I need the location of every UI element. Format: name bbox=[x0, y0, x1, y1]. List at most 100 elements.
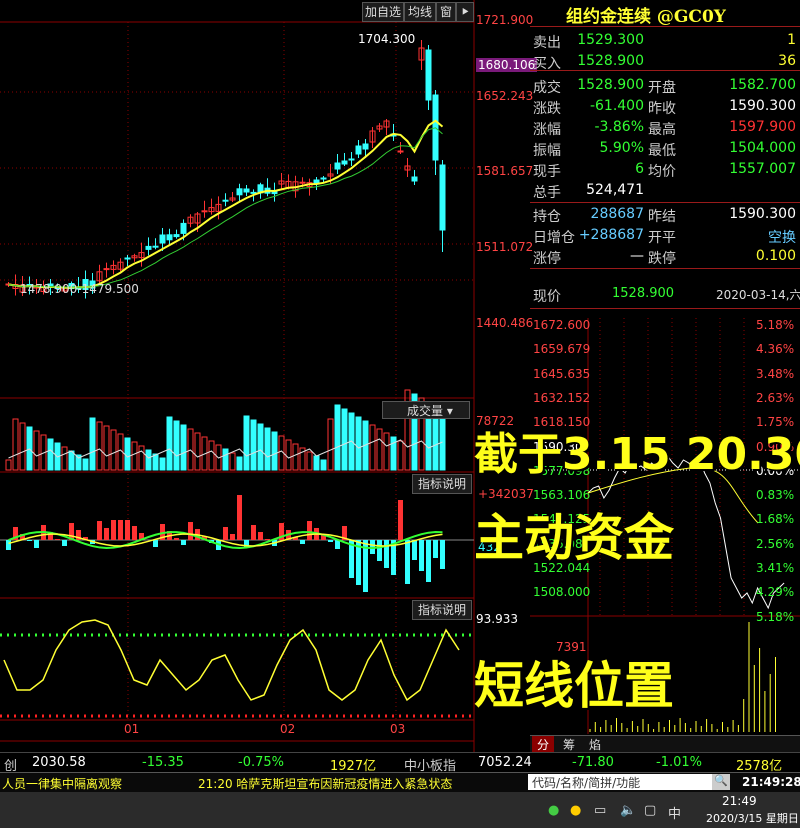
instrument-title: 组约金连续 @GC0Y bbox=[566, 7, 726, 27]
app-icon-2[interactable]: ● bbox=[570, 803, 581, 818]
fund-bar bbox=[62, 540, 67, 546]
fund-bar bbox=[377, 540, 382, 561]
candle-body bbox=[166, 234, 173, 241]
volume-bar bbox=[383, 432, 390, 471]
overlay-date-note: 截于3.15 20.30 bbox=[474, 429, 800, 480]
fund-bar bbox=[6, 540, 11, 550]
fund-bar bbox=[27, 540, 32, 541]
news-ticker: 人员一律集中隔离观察 21:20 哈萨克斯坦宣布因新冠疫情进入紧急状态 代码/名… bbox=[0, 772, 800, 793]
network-icon[interactable]: ▭ bbox=[594, 803, 606, 818]
y-label-3: 1581.657 bbox=[476, 164, 534, 178]
news-item-2[interactable]: 21:20 哈萨克斯坦宣布因新冠疫情进入紧急状态 bbox=[198, 775, 452, 792]
fund-bar bbox=[426, 540, 431, 582]
candle-body bbox=[320, 177, 327, 180]
volume-bar bbox=[110, 429, 117, 471]
volume-bar bbox=[341, 408, 348, 471]
ime-indicator[interactable]: 中 bbox=[668, 803, 681, 822]
quote-value: 1590.300 bbox=[729, 98, 796, 114]
volume-bar bbox=[292, 443, 299, 471]
quote-value: 524,471 bbox=[586, 182, 644, 198]
high-marker: 1704.300 bbox=[358, 32, 416, 46]
notification-icon[interactable]: ▢ bbox=[644, 803, 656, 818]
fund-bar bbox=[440, 540, 445, 569]
search-input[interactable]: 代码/名称/简拼/功能 bbox=[528, 774, 712, 790]
quote-label: 现手 bbox=[533, 164, 561, 180]
y-label-2: 1652.243 bbox=[476, 89, 534, 103]
volume-bar bbox=[306, 451, 313, 471]
indicator-help-button-1[interactable]: 指标说明 bbox=[412, 474, 472, 494]
candle-body bbox=[355, 145, 362, 155]
fund-bar bbox=[419, 540, 424, 571]
quote-value: 1529.300 bbox=[577, 32, 644, 48]
index-value-1: 2030.58 bbox=[32, 755, 86, 770]
quote-label: 持仓 bbox=[533, 209, 561, 225]
volume-bar bbox=[313, 455, 320, 471]
quote-value: 1557.007 bbox=[729, 161, 796, 177]
tab-flame[interactable]: 焰 bbox=[584, 736, 606, 752]
volume-bar bbox=[243, 415, 250, 471]
quote-label: 涨停 bbox=[533, 251, 561, 267]
fund-bar bbox=[34, 540, 39, 548]
quote-label: 最高 bbox=[648, 122, 676, 138]
candle-body bbox=[103, 268, 110, 271]
kline-chart[interactable] bbox=[0, 0, 530, 752]
timeshare-pct-label: 4.36% bbox=[756, 342, 795, 357]
candle-body bbox=[341, 160, 348, 165]
quote-row: 成交 1528.900 开盘 1582.700 bbox=[530, 75, 800, 96]
volume-bar bbox=[166, 416, 173, 471]
overlay-short-position: 短线位置 bbox=[474, 657, 674, 715]
fund-bar bbox=[97, 521, 102, 540]
volume-bar bbox=[208, 440, 215, 471]
app-icon-1[interactable]: ● bbox=[548, 803, 559, 818]
volume-bar bbox=[68, 450, 75, 471]
volume-select[interactable]: 成交量 ▾ bbox=[382, 401, 470, 419]
quote-row: 现手 6 均价 1557.007 bbox=[530, 159, 800, 180]
volume-bar bbox=[397, 440, 404, 471]
ma-line-button[interactable]: 均线 bbox=[404, 2, 436, 22]
volume-bar bbox=[369, 424, 376, 471]
add-watch-button[interactable]: 加自选 bbox=[362, 2, 404, 22]
tab-chips[interactable]: 筹 bbox=[558, 736, 580, 752]
quote-label: 昨收 bbox=[648, 101, 676, 117]
index-change-1: -15.35 bbox=[142, 755, 184, 770]
news-item-1[interactable]: 人员一律集中隔离观察 bbox=[2, 775, 122, 792]
taskbar-date: 2020/3/15 星期日 bbox=[706, 812, 799, 825]
fund-bar bbox=[223, 527, 228, 540]
quote-value: 0.100 bbox=[755, 248, 796, 264]
quote-row: 买入 1528.900 36 bbox=[530, 51, 800, 72]
window-button[interactable]: 窗 bbox=[436, 2, 456, 22]
fund-bar bbox=[230, 534, 235, 540]
timeshare-price-label: 1672.600 bbox=[533, 318, 591, 332]
indicator-help-button-2[interactable]: 指标说明 bbox=[412, 600, 472, 620]
index-pct-2: -1.01% bbox=[656, 755, 702, 770]
overlay-active-funds: 主动资金 bbox=[474, 509, 674, 567]
volume-bar bbox=[355, 416, 362, 471]
quote-value: 1528.900 bbox=[577, 53, 644, 69]
quote-label: 开盘 bbox=[648, 80, 676, 96]
volume-bar bbox=[82, 458, 89, 471]
quote-value: 1528.900 bbox=[577, 77, 644, 93]
candle-body bbox=[173, 234, 180, 238]
tab-minute[interactable]: 分 bbox=[532, 736, 554, 752]
timeshare-pct-label: 5.18% bbox=[756, 318, 795, 332]
volume-bar bbox=[327, 418, 334, 471]
quote-label: 昨结 bbox=[648, 209, 676, 225]
volume-bar bbox=[264, 427, 271, 471]
search-icon[interactable]: 🔍 bbox=[712, 774, 730, 790]
quote-value: -61.400 bbox=[589, 98, 644, 114]
quote-label: 振幅 bbox=[533, 143, 561, 159]
volume-icon[interactable]: 🔈 bbox=[620, 803, 636, 818]
quote-label: 成交 bbox=[533, 80, 561, 96]
candle-body bbox=[362, 143, 369, 150]
x-label-mar: 03 bbox=[390, 722, 406, 736]
candle-body bbox=[425, 49, 432, 101]
quote-label: 涨跌 bbox=[533, 101, 561, 117]
fund-bar bbox=[55, 539, 60, 540]
pin-icon[interactable]: ⯈ bbox=[456, 2, 474, 22]
candle-body bbox=[201, 210, 208, 213]
volume-bar bbox=[138, 445, 145, 471]
volume-bar bbox=[376, 428, 383, 471]
index-change-2: -71.80 bbox=[572, 755, 614, 770]
timeshare-pct-label: 3.41% bbox=[756, 561, 795, 575]
fund-bar bbox=[104, 528, 109, 540]
